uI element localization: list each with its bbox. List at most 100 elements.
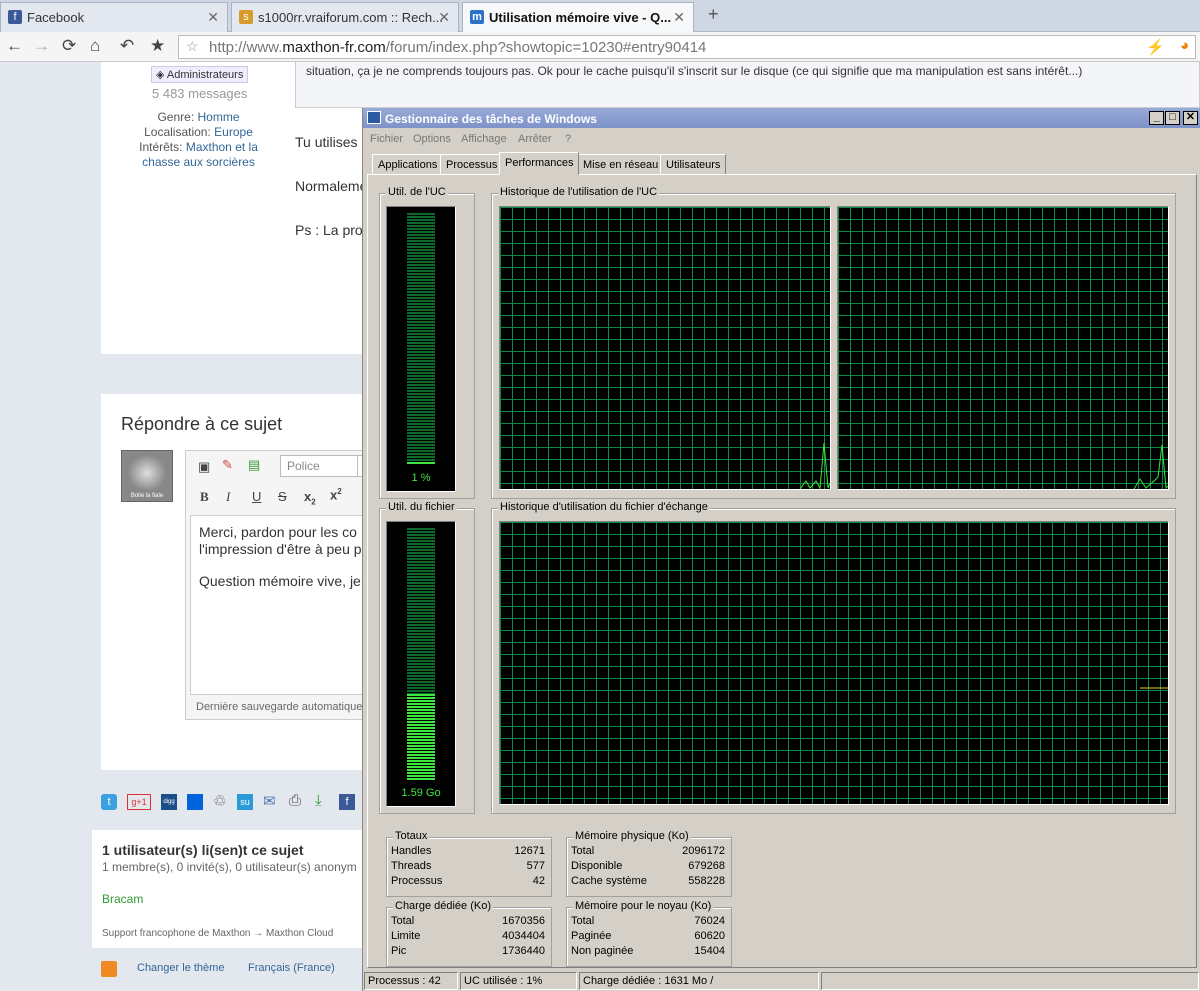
online-summary: 1 membre(s), 0 invité(s), 0 utilisateur(… <box>102 860 357 874</box>
browser-tab-bar: f Facebook ✕ s s1000rr.vraiforum.com :: … <box>0 0 1200 33</box>
stat-row: Total 1670356 <box>391 915 545 927</box>
superscript-button[interactable]: x2 <box>330 487 342 502</box>
status-bar: Processus : 42 UC utilisée : 1% Charge d… <box>363 970 1200 991</box>
commit-charge-group: Charge dédiée (Ko) Total 1670356 Limite 40… <box>386 900 552 967</box>
maxthon-icon: m <box>470 10 484 24</box>
stumbleupon-icon[interactable]: su <box>237 794 253 810</box>
forum-icon: s <box>239 10 253 24</box>
breadcrumb-link[interactable]: Support francophone de Maxthon <box>102 928 250 939</box>
bookmark-star-icon[interactable]: ☆ <box>186 38 199 55</box>
stat-row: Threads 577 <box>391 860 545 872</box>
share-icon[interactable]: ♲ <box>213 792 226 810</box>
stat-row: Total 76024 <box>571 915 725 927</box>
cpu-meter-fill <box>407 462 435 465</box>
online-member-link[interactable]: Bracam <box>102 892 143 906</box>
maximize-button[interactable]: □ <box>1165 111 1180 125</box>
editor: ▣ ✎ ▤ Police ▼ B I U S x2 x2 Merci, pard… <box>185 450 372 720</box>
strike-button[interactable]: S <box>278 489 287 504</box>
delicious-icon[interactable] <box>187 794 203 810</box>
forward-icon[interactable]: → <box>33 36 50 56</box>
minimize-button[interactable]: _ <box>1149 111 1164 125</box>
twitter-icon[interactable]: t <box>101 794 117 810</box>
language-link[interactable]: Français (France) <box>248 962 335 974</box>
quote-box: situation, ça je ne comprends toujours p… <box>295 62 1200 108</box>
tab-utilisateurs[interactable]: Utilisateurs <box>660 154 727 174</box>
profile-details: Genre: Homme Localisation: Europe Intérê… <box>139 110 258 169</box>
status-commit: Charge dédiée : 1631 Mo / <box>579 972 819 990</box>
totals-group: Totaux Handles 12671 Threads 577 Processus… <box>386 830 552 897</box>
facebook-share-icon[interactable]: f <box>339 794 355 810</box>
download-icon[interactable]: ⤓ <box>315 792 322 809</box>
undo-icon[interactable]: ↶ <box>120 36 134 56</box>
share-bar: t g+1 digg ♲ su ✉ ⎙ ⤓ f <box>101 792 361 816</box>
menu-arreter[interactable]: Arrêter <box>518 133 552 145</box>
menu-bar: Fichier Options Affichage Arrêter ? <box>363 130 1200 148</box>
email-icon[interactable]: ✉ <box>263 792 276 810</box>
reply-textarea[interactable]: Merci, pardon pour les co l'impression d… <box>190 515 372 695</box>
address-bar[interactable]: ☆ http://www.maxthon-fr.com/forum/index.… <box>178 35 1196 59</box>
tab-facebook[interactable]: f Facebook ✕ <box>0 2 228 32</box>
font-select[interactable]: Police ▼ <box>280 455 372 477</box>
print-icon[interactable]: ⎙ <box>289 792 301 809</box>
quote-text: situation, ça je ne comprends toujours p… <box>306 64 1083 78</box>
template-icon[interactable]: ▤ <box>248 457 260 473</box>
avatar: Bolie la fiale <box>121 450 173 502</box>
source-icon[interactable]: ▣ <box>198 459 210 475</box>
reply-panel: Répondre à ce sujet Bolie la fiale ▣ ✎ ▤… <box>101 394 372 770</box>
close-tab-icon[interactable]: ✕ <box>438 9 450 26</box>
status-processes: Processus : 42 <box>364 972 458 990</box>
lightning-icon[interactable]: ⚡ <box>1146 38 1165 56</box>
post-line: Normaleme <box>295 178 368 194</box>
menu-affichage[interactable]: Affichage <box>461 133 507 145</box>
breadcrumb-link[interactable]: Maxthon Cloud <box>266 928 333 939</box>
eraser-icon[interactable]: ✎ <box>222 457 233 473</box>
pagefile-usage-label: Util. du fichier <box>386 501 457 513</box>
pagefile-history-label: Historique d'utilisation du fichier d'éc… <box>498 501 710 513</box>
subscript-button[interactable]: x2 <box>304 489 316 507</box>
task-manager-window: Gestionnaire des tâches de Windows _ □ ✕… <box>362 108 1200 991</box>
tab-applications[interactable]: Applications <box>372 154 444 174</box>
close-tab-icon[interactable]: ✕ <box>673 9 685 26</box>
italic-button[interactable]: I <box>226 489 230 505</box>
bold-button[interactable]: B <box>200 489 209 505</box>
menu-fichier[interactable]: Fichier <box>370 133 403 145</box>
rss-icon[interactable]: ◕ <box>1180 37 1189 54</box>
home-icon[interactable]: ⌂ <box>90 36 100 56</box>
menu-help[interactable]: ? <box>565 133 571 145</box>
status-empty <box>821 972 1199 990</box>
window-title-bar[interactable]: Gestionnaire des tâches de Windows _ □ ✕ <box>363 108 1200 128</box>
cpu-usage-value: 1 % <box>411 472 431 484</box>
pagefile-usage-value: 1.59 Go <box>401 787 441 799</box>
cpu-history-graph-core1 <box>499 206 831 490</box>
stat-row: Pic 1736440 <box>391 945 545 957</box>
pagefile-history-group: Historique d'utilisation du fichier d'éc… <box>491 501 1176 814</box>
digg-icon[interactable]: digg <box>161 794 177 810</box>
stat-row: Disponible 679268 <box>571 860 725 872</box>
cpu-history-graph-core2 <box>837 206 1169 490</box>
reload-icon[interactable]: ⟳ <box>62 36 76 56</box>
tab-performances[interactable]: Performances <box>499 152 580 175</box>
group-badge: ◈ Administrateurs <box>151 66 249 83</box>
pagefile-usage-group: Util. du fichier 1.59 Go <box>379 501 475 814</box>
cpu-meter: 1 % <box>386 206 456 492</box>
google-plus-icon[interactable]: g+1 <box>127 794 151 810</box>
close-tab-icon[interactable]: ✕ <box>207 9 219 26</box>
close-button[interactable]: ✕ <box>1183 111 1198 125</box>
tab-mise-en-reseau[interactable]: Mise en réseau <box>577 154 665 174</box>
rss-icon[interactable] <box>101 961 117 977</box>
autosave-status: Dernière sauvegarde automatique : <box>196 701 369 713</box>
tab-processus[interactable]: Processus <box>440 154 504 174</box>
underline-button[interactable]: U <box>252 489 261 504</box>
pagefile-meter: 1.59 Go <box>386 521 456 807</box>
tab-label: s1000rr.vraiforum.com :: Rech... <box>258 10 443 25</box>
favorites-star-icon[interactable]: ★ <box>150 36 165 56</box>
menu-options[interactable]: Options <box>413 133 451 145</box>
stat-row: Paginée 60620 <box>571 930 725 942</box>
tab-vraiforum[interactable]: s s1000rr.vraiforum.com :: Rech... ✕ <box>231 2 459 32</box>
change-theme-link[interactable]: Changer le thème <box>137 962 224 974</box>
pagefile-history-graph <box>499 521 1169 805</box>
new-tab-button[interactable]: + <box>708 4 719 25</box>
kernel-memory-group: Mémoire pour le noyau (Ko) Total 76024 Pa… <box>566 900 732 967</box>
back-icon[interactable]: ← <box>6 36 23 56</box>
tab-utilisation-memoire[interactable]: m Utilisation mémoire vive - Q... ✕ <box>462 2 694 33</box>
